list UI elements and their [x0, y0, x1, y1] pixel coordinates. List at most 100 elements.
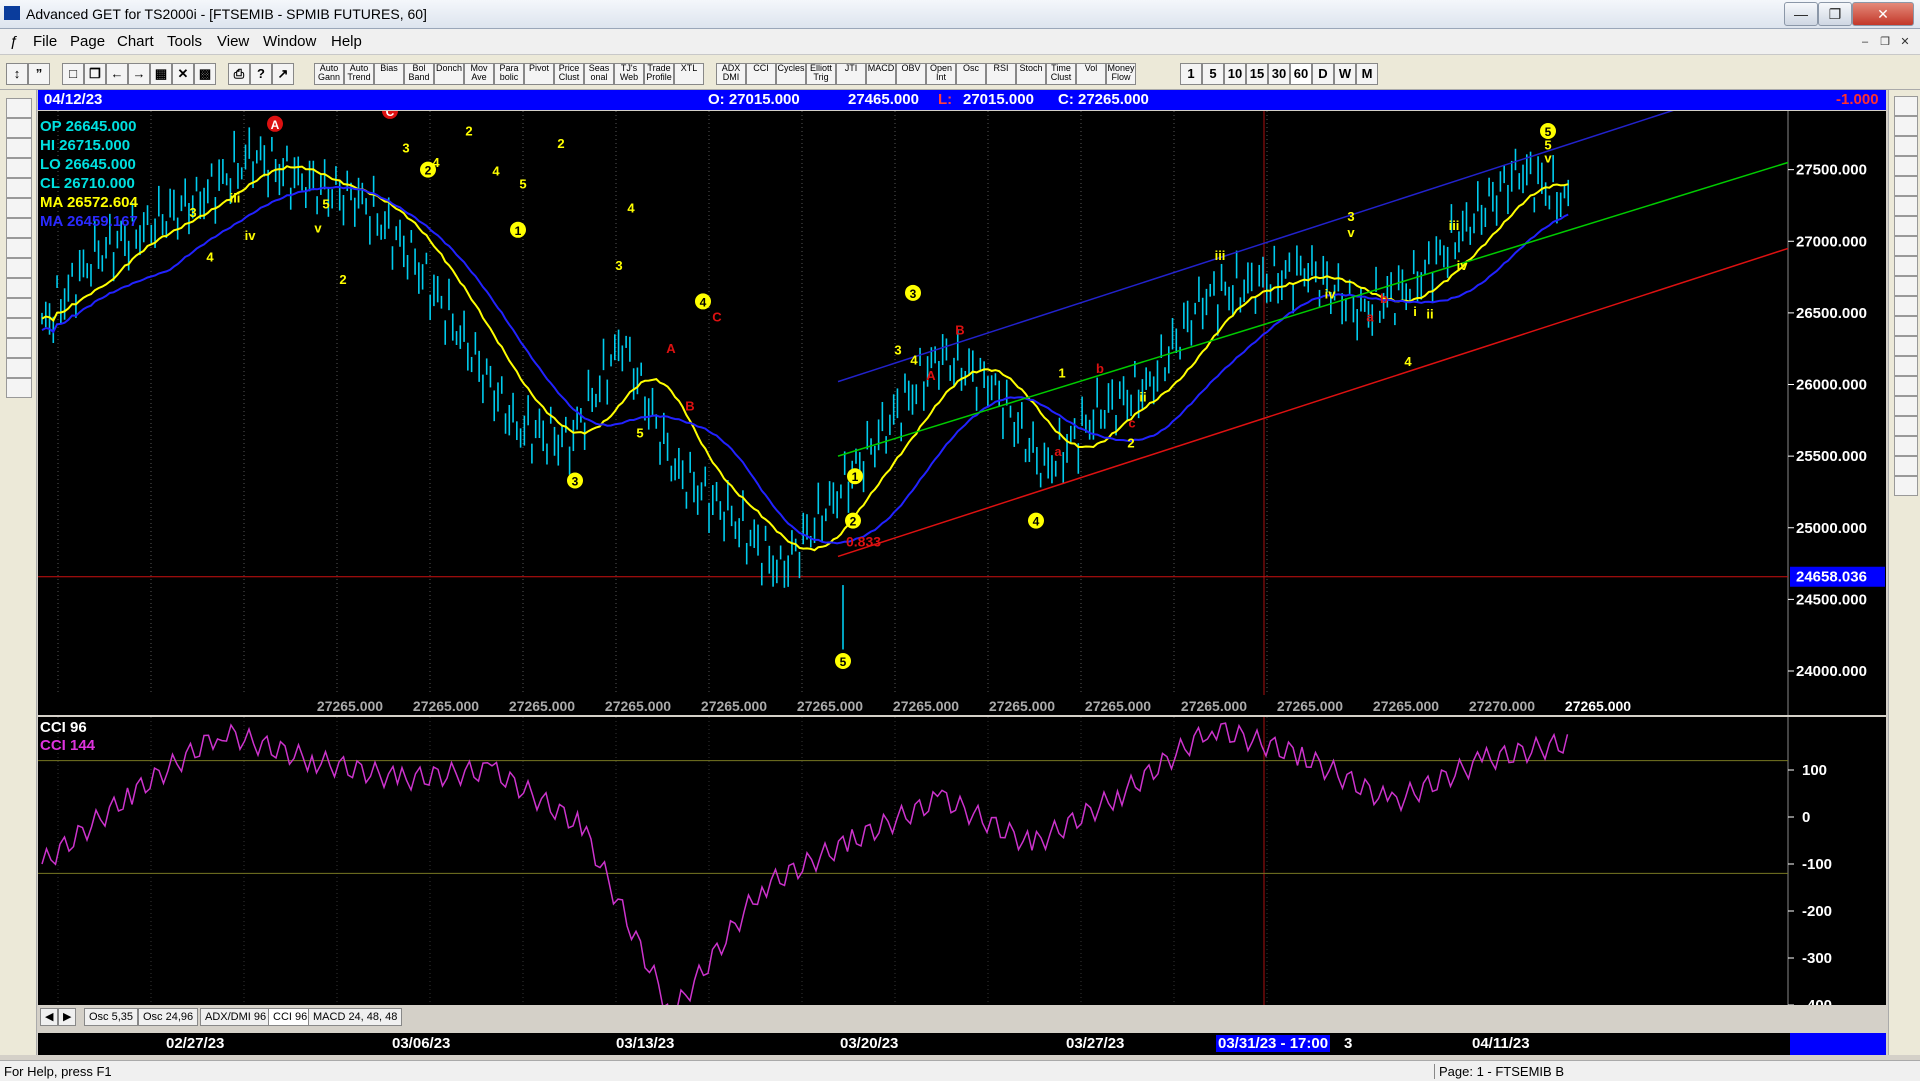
tab-osc-5-35[interactable]: Osc 5,35	[84, 1008, 139, 1026]
study-button[interactable]: Price Clust	[554, 63, 584, 85]
pointer-tool-icon[interactable]: ↕	[6, 63, 28, 85]
fib-ret-tool-icon[interactable]	[1894, 156, 1918, 176]
interval-button[interactable]: 1	[1180, 63, 1202, 85]
text-tool-icon[interactable]	[1894, 376, 1918, 396]
interval-button[interactable]: D	[1312, 63, 1334, 85]
minimize-button[interactable]: —	[1784, 2, 1818, 26]
menu-file[interactable]: File	[33, 33, 57, 50]
cross-tool-icon[interactable]	[6, 358, 32, 378]
lines-tool-icon[interactable]	[6, 298, 32, 318]
ellipse-tool-icon[interactable]	[1894, 216, 1918, 236]
menu-view[interactable]: View	[217, 33, 249, 50]
study-button[interactable]: Auto Trend	[344, 63, 374, 85]
mdi-close-button[interactable]: ✕	[1896, 34, 1914, 50]
back-icon[interactable]: ←	[106, 63, 128, 85]
study-button[interactable]: CCI	[746, 63, 776, 85]
fib-tool-icon[interactable]	[6, 118, 32, 138]
help-icon[interactable]: ?	[250, 63, 272, 85]
gann-tool-icon[interactable]	[6, 318, 32, 338]
cci-indicator-panel[interactable]: 100 0 -100 -200 -300 -400 CCI 96 CCI 144	[38, 717, 1886, 1028]
study-button[interactable]: Stoch	[1016, 63, 1046, 85]
study-tool-icon[interactable]	[6, 158, 32, 178]
study-button[interactable]: XTL	[674, 63, 704, 85]
prob-tool-icon[interactable]	[1894, 356, 1918, 376]
interval-button[interactable]: 15	[1246, 63, 1268, 85]
study-button[interactable]: Cycles	[776, 63, 806, 85]
tab-macd[interactable]: MACD 24, 48, 48	[308, 1008, 403, 1026]
study-button[interactable]: Time Clust	[1046, 63, 1076, 85]
study-button[interactable]: Auto Gann	[314, 63, 344, 85]
price-chart[interactable]: 1 2 3 4 5 1 2 3 4 5 A C 3 4 iii iv v 5 2 3 4 2 4 5 2 3 4 5 B A C 3 4 A B 1 b…	[38, 101, 1886, 715]
study-button[interactable]: Donch	[434, 63, 464, 85]
mdi-restore-button[interactable]: ❐	[1876, 34, 1894, 50]
menu-page[interactable]: Page	[70, 33, 105, 50]
horizontal-tool-icon[interactable]	[6, 258, 32, 278]
study-button[interactable]: ADX DMI	[716, 63, 746, 85]
interval-button[interactable]: 10	[1224, 63, 1246, 85]
study-button[interactable]: Vol	[1076, 63, 1106, 85]
study-button[interactable]: Bol Band	[404, 63, 434, 85]
study-button[interactable]: Bias	[374, 63, 404, 85]
box-tool-icon[interactable]	[1894, 276, 1918, 296]
study-button[interactable]: MACD	[866, 63, 896, 85]
page-tool-icon[interactable]	[6, 98, 32, 118]
hand-tool-icon[interactable]	[1894, 436, 1918, 456]
quote-tool-icon[interactable]: ”	[28, 63, 50, 85]
pencil-tool-icon[interactable]	[1894, 136, 1918, 156]
print-icon[interactable]: ⎙	[228, 63, 250, 85]
context-help-icon[interactable]: ↗	[272, 63, 294, 85]
close-button[interactable]: ✕	[1852, 2, 1914, 26]
study-button[interactable]: Osc	[956, 63, 986, 85]
channel-tool-icon[interactable]	[1894, 236, 1918, 256]
menu-help[interactable]: Help	[331, 33, 362, 50]
tab-scroll-right[interactable]: ▶	[58, 1008, 77, 1026]
zoom-icon[interactable]: ▩	[194, 63, 216, 85]
reset-tool-icon[interactable]	[6, 138, 32, 158]
tab-adx-dmi-96[interactable]: ADX/DMI 96	[200, 1008, 272, 1026]
ruler-tool-icon[interactable]	[1894, 296, 1918, 316]
up-arrow-tool-icon[interactable]	[6, 198, 32, 218]
pen-tool-icon[interactable]	[1894, 116, 1918, 136]
fib-ext-tool-icon[interactable]	[1894, 176, 1918, 196]
forward-icon[interactable]: →	[128, 63, 150, 85]
elliott-tool-icon[interactable]	[6, 178, 32, 198]
study-button[interactable]: Seas onal	[584, 63, 614, 85]
study-button[interactable]: Money Flow	[1106, 63, 1136, 85]
interval-button[interactable]: 60	[1290, 63, 1312, 85]
study-button[interactable]: RSI	[986, 63, 1016, 85]
study-button[interactable]: Mov Ave	[464, 63, 494, 85]
study-button[interactable]: Trade Profile	[644, 63, 674, 85]
new-page-icon[interactable]: □	[62, 63, 84, 85]
fib-time-tool-icon[interactable]	[1894, 196, 1918, 216]
magnify-tool-icon[interactable]	[1894, 396, 1918, 416]
menu-chart[interactable]: Chart	[117, 33, 154, 50]
study-button[interactable]: TJ's Web	[614, 63, 644, 85]
date-axis-scroll[interactable]	[1790, 1033, 1886, 1055]
tab-cci-96[interactable]: CCI 96	[268, 1008, 313, 1026]
study-button[interactable]: Open Int	[926, 63, 956, 85]
mdi-minimize-button[interactable]: –	[1856, 34, 1874, 50]
list-tool-icon[interactable]	[1894, 456, 1918, 476]
fib-lines-tool-icon[interactable]	[6, 338, 32, 358]
interval-button[interactable]: 5	[1202, 63, 1224, 85]
copy-icon[interactable]: ❐	[84, 63, 106, 85]
grid-tool-icon[interactable]	[1894, 336, 1918, 356]
u-tool-icon[interactable]	[1894, 476, 1918, 496]
menu-window[interactable]: Window	[263, 33, 316, 50]
interval-button[interactable]: W	[1334, 63, 1356, 85]
grid-icon[interactable]: ▦	[150, 63, 172, 85]
maximize-button[interactable]: ❐	[1818, 2, 1852, 26]
study-button[interactable]: JTI	[836, 63, 866, 85]
tab-osc-24-96[interactable]: Osc 24,96	[138, 1008, 199, 1026]
pti-tool-icon[interactable]	[1894, 316, 1918, 336]
down-arrow-tool-icon[interactable]	[6, 218, 32, 238]
zoom-out-tool-icon[interactable]	[6, 278, 32, 298]
interval-button[interactable]: M	[1356, 63, 1378, 85]
study-button[interactable]: OBV	[896, 63, 926, 85]
study-button[interactable]: Para bolic	[494, 63, 524, 85]
tab-scroll-left[interactable]: ◀	[40, 1008, 59, 1026]
study-button[interactable]: Pivot	[524, 63, 554, 85]
trend-tool-icon[interactable]	[1894, 96, 1918, 116]
wand-tool-icon[interactable]	[1894, 416, 1918, 436]
menu-tools[interactable]: Tools	[167, 33, 202, 50]
